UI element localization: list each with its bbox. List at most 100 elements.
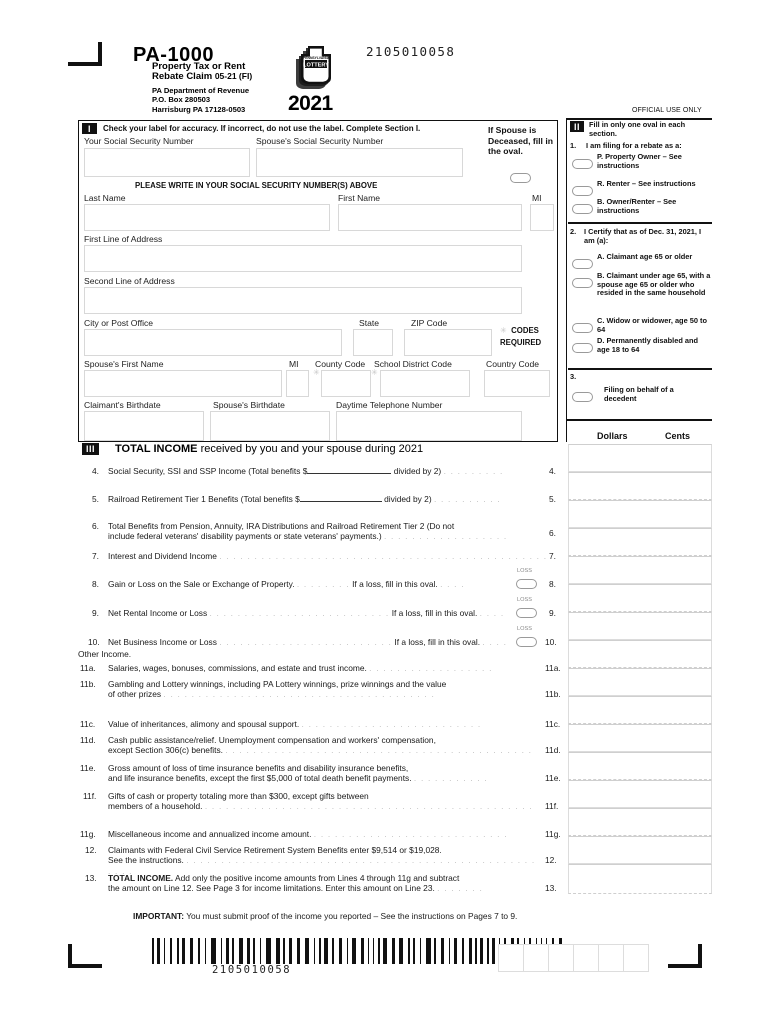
line-10-loss-oval[interactable]: [516, 634, 537, 652]
line-5-text-a: Railroad Retirement Tier 1 Benefits (Tot…: [108, 494, 300, 504]
line-11a-ref: 11a.: [545, 663, 561, 673]
city-input[interactable]: [84, 329, 342, 356]
official-use-boxes[interactable]: [498, 944, 649, 972]
amount-box-line-11c[interactable]: [568, 696, 712, 724]
amount-box-line-7[interactable]: [568, 528, 712, 556]
agency-city-state-zip: Harrisburg PA 17128-0503: [152, 104, 246, 114]
claimant-birthdate-input[interactable]: [84, 411, 204, 441]
amount-box-line-10[interactable]: [568, 612, 712, 640]
line-8-loss-oval[interactable]: [516, 576, 537, 594]
school-district-asterisk-icon: ✳: [371, 368, 378, 377]
amount-box-line-11a[interactable]: [568, 640, 712, 668]
spouse-deceased-oval[interactable]: [510, 170, 531, 188]
line-8-text-a: Gain or Loss on the Sale or Exchange of …: [108, 579, 295, 589]
amount-box-line-11e[interactable]: [568, 752, 712, 780]
amount-box-line-6[interactable]: [568, 500, 712, 528]
spouse-ssn-label: Spouse's Social Security Number: [256, 136, 384, 146]
line-11c-ref: 11c.: [545, 719, 561, 729]
section-two-q2-number: 2.: [570, 227, 577, 236]
rebate-type-owner-oval[interactable]: [572, 156, 593, 174]
section-two-q1-number: 1.: [570, 141, 577, 150]
line-11e-ref: 11e.: [545, 773, 561, 783]
section-two-q2-text: I Certify that as of Dec. 31, 2021, I am…: [584, 227, 702, 245]
important-notice-text: You must submit proof of the income you …: [184, 911, 518, 921]
line-6-text-b: include federal veterans' disability pay…: [108, 531, 382, 542]
amount-box-line-11f[interactable]: [568, 780, 712, 808]
spouse-mi-input[interactable]: [286, 370, 309, 397]
line-13-text-a: Add only the positive income amounts fro…: [175, 873, 460, 883]
spouse-deceased-note: If Spouse is Deceased, fill in the oval.: [488, 125, 553, 156]
first-name-input[interactable]: [338, 204, 522, 231]
line-11f-text: Gifts of cash or property totaling more …: [108, 791, 533, 812]
mi-input[interactable]: [530, 204, 554, 231]
line-8-text: Gain or Loss on the Sale or Exchange of …: [108, 579, 465, 589]
pennsylvania-lottery-logo-icon: PENNSYLVANIA LOTTERY: [290, 43, 336, 91]
official-use-box[interactable]: [523, 944, 549, 972]
certify-widow-oval[interactable]: [572, 320, 593, 338]
corner-mark-bottom-right: [668, 944, 702, 968]
amount-box-line-5[interactable]: [568, 472, 712, 500]
zip-input[interactable]: [404, 329, 492, 356]
amount-box-line-8[interactable]: [568, 556, 712, 584]
official-use-box[interactable]: [598, 944, 624, 972]
section-two-badge: II: [570, 121, 584, 132]
decedent-filing-label: Filing on behalf of a decedent: [604, 385, 674, 403]
official-use-box[interactable]: [623, 944, 649, 972]
school-district-code-input[interactable]: [380, 370, 470, 397]
section-one-instruction: Check your label for accuracy. If incorr…: [103, 124, 421, 133]
state-input[interactable]: [353, 329, 393, 356]
line-11a-number: 11a.: [80, 663, 96, 673]
codes-required-note: ✳ CODES REQUIRED: [500, 326, 542, 347]
spouse-ssn-input[interactable]: [256, 148, 463, 177]
zip-label: ZIP Code: [411, 318, 448, 328]
official-use-box[interactable]: [548, 944, 574, 972]
certify-under-65-spouse-oval[interactable]: [572, 275, 593, 293]
amount-box-line-11b[interactable]: [568, 668, 712, 696]
line-11b-text-a: Gambling and Lottery winnings, including…: [108, 679, 447, 689]
county-code-input[interactable]: [321, 370, 371, 397]
pa-1000-form-page: PA-1000 Property Tax or Rent Rebate Clai…: [0, 0, 770, 1024]
daytime-phone-label: Daytime Telephone Number: [336, 400, 443, 410]
line-13-number: 13.: [85, 873, 97, 883]
section-two-divider-1: [568, 222, 712, 224]
rebate-type-owner-renter-oval[interactable]: [572, 201, 593, 219]
first-name-label: First Name: [338, 193, 381, 203]
line-11a-text-a: Salaries, wages, bonuses, commissions, a…: [108, 663, 367, 673]
line-11g-text: Miscellaneous income and annualized inco…: [108, 829, 508, 839]
amount-box-line-11g[interactable]: [568, 808, 712, 836]
address-line1-input[interactable]: [84, 245, 522, 272]
line-10-loss-label: LOSS: [517, 626, 532, 632]
country-code-input[interactable]: [484, 370, 550, 397]
line-10-ref: 10.: [545, 637, 557, 647]
last-name-input[interactable]: [84, 204, 330, 231]
certify-disabled-oval[interactable]: [572, 340, 593, 358]
amount-box-line-13[interactable]: [568, 864, 712, 894]
amount-box-line-9[interactable]: [568, 584, 712, 612]
school-district-code-label: School District Code: [374, 359, 452, 369]
line-9-loss-oval[interactable]: [516, 605, 537, 623]
amount-box-line-11d[interactable]: [568, 724, 712, 752]
spouse-first-name-input[interactable]: [84, 370, 282, 397]
amount-box-line-12[interactable]: [568, 836, 712, 864]
section-two-q3-number: 3.: [570, 372, 577, 381]
county-code-asterisk-icon: ✳: [313, 368, 320, 377]
daytime-phone-input[interactable]: [336, 411, 522, 441]
decedent-filing-oval[interactable]: [572, 389, 593, 407]
amount-box-line-4[interactable]: [568, 444, 712, 472]
line-5-text-b: divided by 2): [384, 494, 432, 504]
svg-text:LOTTERY: LOTTERY: [303, 63, 329, 69]
official-use-box[interactable]: [573, 944, 599, 972]
line-11c-text-a: Value of inheritances, alimony and spous…: [108, 719, 300, 729]
section-three-heading: TOTAL INCOME received by you and your sp…: [115, 443, 423, 455]
form-revision: 05-21 (FI): [214, 70, 253, 81]
rebate-type-renter-oval[interactable]: [572, 183, 593, 201]
barcode-number: 2105010058: [212, 964, 292, 976]
address-line2-input[interactable]: [84, 287, 522, 314]
official-use-box[interactable]: [498, 944, 524, 972]
spouse-mi-label: MI: [289, 359, 299, 369]
your-ssn-input[interactable]: [84, 148, 250, 177]
spouse-birthdate-input[interactable]: [210, 411, 330, 441]
cents-column-header: Cents: [665, 431, 691, 441]
claimant-birthdate-label: Claimant's Birthdate: [84, 400, 161, 410]
certify-age-65-oval[interactable]: [572, 256, 593, 274]
